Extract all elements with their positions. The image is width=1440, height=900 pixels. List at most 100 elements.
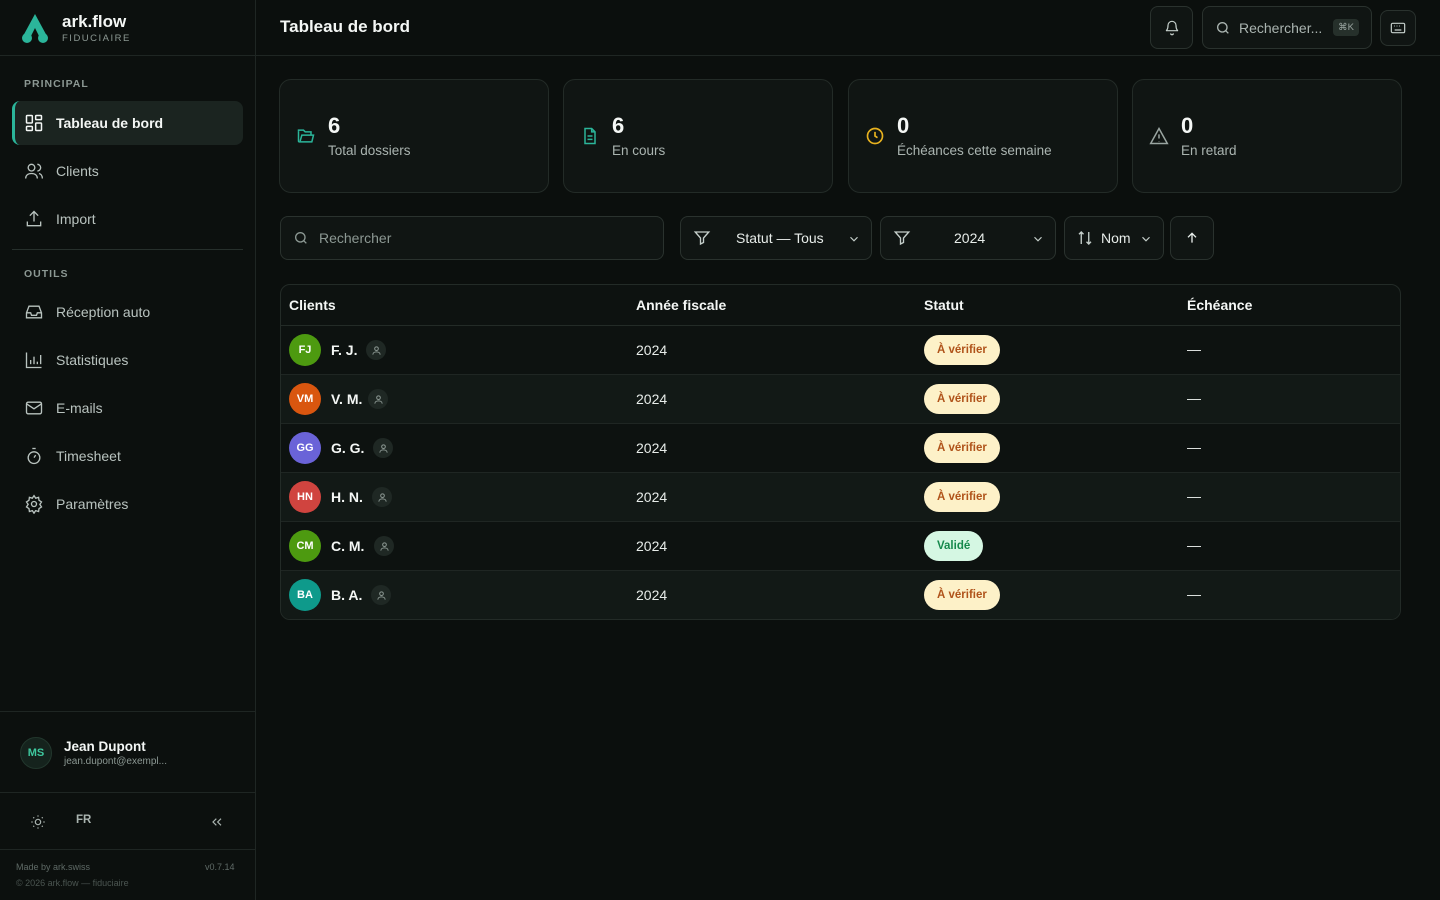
- folder-open-icon: [297, 129, 315, 143]
- theme-toggle-button[interactable]: [26, 810, 50, 834]
- sidebar-item-import[interactable]: Import: [12, 197, 243, 241]
- page-title: Tableau de bord: [280, 17, 411, 36]
- due-date: —: [1187, 439, 1201, 455]
- stat-label: Échéances cette semaine: [897, 143, 1052, 158]
- due-date: —: [1187, 341, 1201, 357]
- made-by-link[interactable]: Made by ark.swiss: [16, 862, 90, 872]
- fiscal-year: 2024: [636, 440, 668, 456]
- due-date: —: [1187, 390, 1201, 406]
- avatar: MS: [20, 737, 52, 769]
- table-row[interactable]: FJ F. J. 2024 À vérifier —: [281, 326, 1400, 375]
- table-row[interactable]: VM V. M. 2024 À vérifier —: [281, 375, 1400, 424]
- status-filter-select[interactable]: Statut — Tous: [680, 216, 872, 260]
- column-header-clients[interactable]: Clients: [289, 297, 336, 313]
- notifications-button[interactable]: [1150, 6, 1193, 49]
- chevron-down-icon: [850, 236, 858, 242]
- search-icon: [1217, 21, 1229, 34]
- column-header-year[interactable]: Année fiscale: [636, 297, 726, 313]
- divider: [12, 249, 243, 250]
- stat-card-in-progress[interactable]: 6 En cours: [563, 79, 833, 193]
- client-name[interactable]: C. M.: [331, 538, 364, 554]
- sidebar-item-reception-auto[interactable]: Réception auto: [12, 290, 243, 334]
- person-badge: [368, 389, 388, 409]
- status-badge: À vérifier: [924, 384, 1000, 414]
- fiscal-year: 2024: [636, 342, 668, 358]
- sort-direction-button[interactable]: [1170, 216, 1214, 260]
- user-icon: [377, 492, 387, 502]
- sort-select[interactable]: Nom: [1064, 216, 1164, 260]
- brand[interactable]: ark.flow FIDUCIAIRE: [18, 10, 131, 46]
- sort-value: Nom: [1101, 230, 1131, 246]
- due-date: —: [1187, 537, 1201, 553]
- sidebar-item-label: E-mails: [56, 400, 103, 416]
- client-name[interactable]: H. N.: [331, 489, 363, 505]
- stat-label: En cours: [612, 143, 666, 158]
- stat-card-total[interactable]: 6 Total dossiers: [279, 79, 549, 193]
- fiscal-year: 2024: [636, 489, 668, 505]
- fiscal-year: 2024: [636, 538, 668, 554]
- year-filter-select[interactable]: 2024: [880, 216, 1056, 260]
- stat-value: 6: [328, 113, 341, 138]
- year-filter-value: 2024: [954, 230, 986, 246]
- person-badge: [372, 487, 392, 507]
- client-name[interactable]: F. J.: [331, 342, 357, 358]
- chevron-down-icon: [1142, 236, 1150, 242]
- status-badge: À vérifier: [924, 433, 1000, 463]
- sidebar-item-parametres[interactable]: Paramètres: [12, 482, 243, 526]
- divider: [0, 849, 255, 850]
- users-icon: [25, 163, 43, 179]
- due-date: —: [1187, 586, 1201, 602]
- client-avatar: CM: [289, 530, 321, 562]
- copyright: © 2026 ark.flow — fiduciaire: [16, 878, 129, 888]
- stat-value: 6: [612, 113, 625, 138]
- sidebar-item-label: Tableau de bord: [56, 115, 164, 131]
- user-icon: [378, 443, 388, 453]
- client-avatar: VM: [289, 383, 321, 415]
- keyboard-shortcuts-button[interactable]: [1380, 10, 1416, 46]
- sidebar: ark.flow FIDUCIAIRE PRINCIPAL Tableau de…: [0, 0, 256, 900]
- dashboard-icon: [25, 114, 43, 132]
- sidebar-item-statistiques[interactable]: Statistiques: [12, 338, 243, 382]
- status-filter-value: Statut — Tous: [736, 230, 824, 246]
- stat-value: 0: [897, 113, 910, 138]
- stat-label: En retard: [1181, 143, 1237, 158]
- user-name: Jean Dupont: [64, 739, 146, 754]
- section-title-outils: OUTILS: [24, 268, 69, 280]
- table-row[interactable]: GG G. G. 2024 À vérifier —: [281, 424, 1400, 473]
- ark-logo-icon: [22, 14, 48, 43]
- timer-icon: [27, 447, 41, 465]
- client-avatar: GG: [289, 432, 321, 464]
- person-badge: [373, 438, 393, 458]
- table-row[interactable]: HN H. N. 2024 À vérifier —: [281, 473, 1400, 522]
- global-search-input[interactable]: Rechercher... ⌘K: [1202, 6, 1372, 49]
- language-switch[interactable]: FR: [76, 814, 91, 826]
- stat-card-deadlines-week[interactable]: 0 Échéances cette semaine: [848, 79, 1118, 193]
- sidebar-item-dashboard[interactable]: Tableau de bord: [12, 101, 243, 145]
- upload-icon: [26, 210, 42, 227]
- person-badge: [371, 585, 391, 605]
- client-search-input[interactable]: Rechercher: [280, 216, 664, 260]
- sidebar-item-clients[interactable]: Clients: [12, 149, 243, 193]
- search-placeholder: Rechercher...: [1239, 19, 1323, 36]
- collapse-sidebar-button[interactable]: [205, 810, 229, 834]
- chevrons-left-icon: [212, 818, 222, 826]
- client-name[interactable]: G. G.: [331, 440, 364, 456]
- sidebar-item-timesheet[interactable]: Timesheet: [12, 434, 243, 478]
- stat-card-overdue[interactable]: 0 En retard: [1132, 79, 1402, 193]
- client-name[interactable]: B. A.: [331, 587, 362, 603]
- client-avatar: BA: [289, 579, 321, 611]
- column-header-status[interactable]: Statut: [924, 297, 964, 313]
- table-row[interactable]: BA B. A. 2024 À vérifier —: [281, 571, 1400, 619]
- fiscal-year: 2024: [636, 391, 668, 407]
- divider: [0, 711, 255, 712]
- status-badge: À vérifier: [924, 335, 1000, 365]
- column-header-due[interactable]: Échéance: [1187, 297, 1252, 313]
- table-row[interactable]: CM C. M. 2024 Validé —: [281, 522, 1400, 571]
- brand-name: ark.flow: [62, 11, 127, 31]
- user-profile[interactable]: MS Jean Dupont jean.dupont@exempl...: [20, 737, 167, 769]
- sidebar-item-emails[interactable]: E-mails: [12, 386, 243, 430]
- filter-icon: [693, 231, 711, 246]
- filter-icon: [893, 231, 911, 246]
- user-icon: [379, 541, 389, 551]
- client-name[interactable]: V. M.: [331, 391, 362, 407]
